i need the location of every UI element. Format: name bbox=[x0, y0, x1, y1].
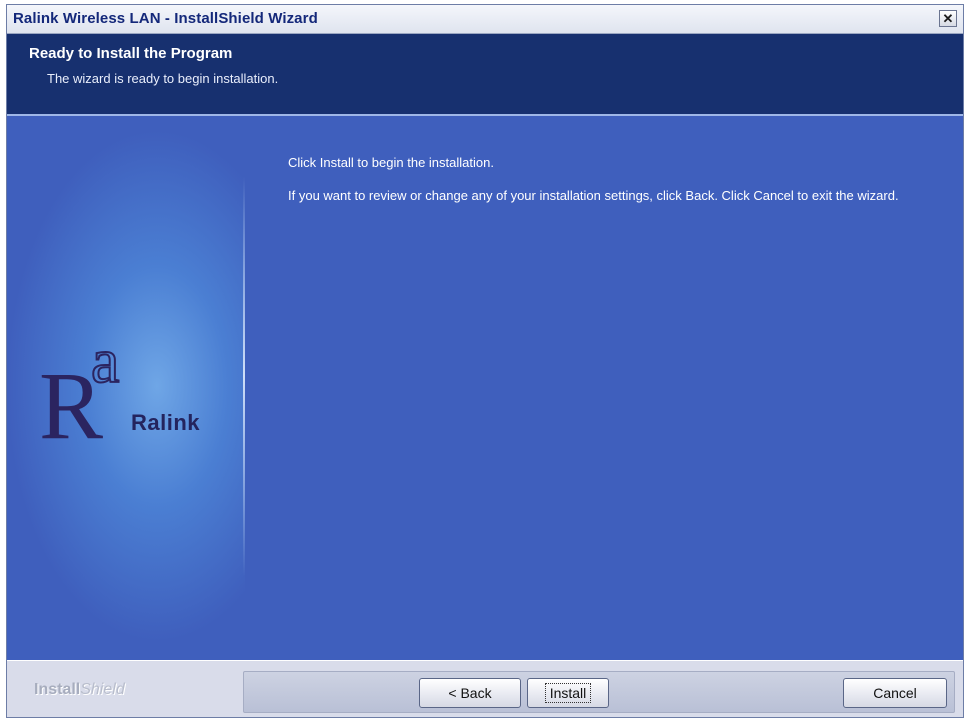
install-button-label: Install bbox=[544, 683, 592, 703]
logo-wordmark: Ralink bbox=[131, 410, 201, 435]
install-button[interactable]: Install bbox=[527, 678, 609, 708]
window-title: Ralink Wireless LAN - InstallShield Wiza… bbox=[13, 10, 318, 27]
brand-shield: Shield bbox=[80, 681, 125, 698]
instructions: Click Install to begin the installation.… bbox=[288, 154, 938, 220]
wizard-header: Ready to Install the Program The wizard … bbox=[7, 34, 963, 114]
page-subtitle: The wizard is ready to begin installatio… bbox=[47, 71, 279, 86]
instruction-install: Click Install to begin the installation. bbox=[288, 155, 494, 170]
button-bar: InstallShield < Back Install Cancel bbox=[7, 660, 963, 717]
wizard-content: R a Ralink Click Install to begin the in… bbox=[7, 116, 963, 660]
panel-divider bbox=[243, 176, 245, 576]
instruction-review: If you want to review or change any of y… bbox=[288, 188, 899, 203]
left-graphic-panel: R a Ralink bbox=[7, 116, 245, 660]
page-title: Ready to Install the Program bbox=[29, 45, 233, 62]
ralink-logo: R a Ralink bbox=[35, 324, 245, 459]
installshield-brand: InstallShield bbox=[34, 681, 125, 699]
installer-window: Ralink Wireless LAN - InstallShield Wiza… bbox=[6, 4, 964, 718]
close-icon: ✕ bbox=[942, 10, 954, 26]
title-bar[interactable]: Ralink Wireless LAN - InstallShield Wiza… bbox=[7, 5, 963, 34]
brand-install: Install bbox=[34, 681, 81, 698]
close-button[interactable]: ✕ bbox=[939, 10, 957, 27]
back-button[interactable]: < Back bbox=[419, 678, 521, 708]
svg-text:a: a bbox=[91, 326, 119, 396]
cancel-button[interactable]: Cancel bbox=[843, 678, 947, 708]
